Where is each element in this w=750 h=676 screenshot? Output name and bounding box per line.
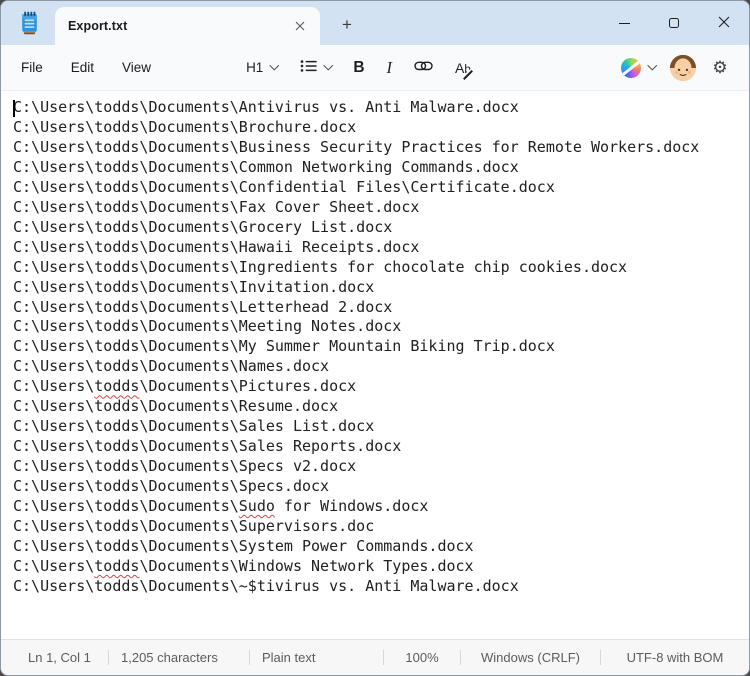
statusbar: Ln 1, Col 1 1,205 characters Plain text … xyxy=(1,639,749,675)
menu-file[interactable]: File xyxy=(7,53,57,82)
titlebar[interactable]: Export.txt + xyxy=(1,1,749,45)
notepad-app-icon xyxy=(11,1,47,45)
close-button[interactable] xyxy=(699,1,749,45)
heading-style-dropdown[interactable]: H1 xyxy=(237,53,287,83)
clear-formatting-button[interactable]: Ab xyxy=(446,53,480,83)
clear-formatting-icon: Ab xyxy=(455,60,473,80)
editor-line: C:\Users\todds\Documents\Specs v2.docx xyxy=(13,457,357,476)
menu-view[interactable]: View xyxy=(108,53,165,82)
cursor-position: Ln 1, Col 1 xyxy=(28,650,91,665)
new-tab-button[interactable]: + xyxy=(334,12,360,38)
heading-label: H1 xyxy=(246,60,264,75)
bold-button[interactable]: B xyxy=(344,53,373,83)
italic-label: I xyxy=(386,57,393,77)
editor-line: C:\Users\todds\Documents\Common Networki… xyxy=(13,157,519,176)
chevron-down-icon xyxy=(323,60,333,71)
editor-content: C:\Users\todds\Documents\Antivirus vs. A… xyxy=(13,98,739,597)
misspelled-word: todds xyxy=(94,556,140,575)
toolbar: File Edit View H1 B I Ab ⚙ xyxy=(1,45,749,91)
editor-line: C:\Users\todds\Documents\Specs.docx xyxy=(13,477,330,496)
editor-line: C:\Users\todds\Documents\Windows Network… xyxy=(13,556,474,575)
editor[interactable]: C:\Users\todds\Documents\Antivirus vs. A… xyxy=(1,91,749,639)
link-button[interactable] xyxy=(405,53,442,83)
editor-line: C:\Users\todds\Documents\Letterhead 2.do… xyxy=(13,297,393,316)
tab-close-button[interactable] xyxy=(288,14,312,38)
editor-line: C:\Users\todds\Documents\Grocery List.do… xyxy=(13,217,393,236)
close-icon xyxy=(295,19,305,34)
minimize-button[interactable] xyxy=(599,1,649,45)
plus-icon: + xyxy=(342,15,352,34)
editor-line: C:\Users\todds\Documents\Antivirus vs. A… xyxy=(13,98,519,116)
editor-line: C:\Users\todds\Documents\Brochure.docx xyxy=(13,117,357,136)
tab-export-txt[interactable]: Export.txt xyxy=(55,7,320,45)
editor-line: C:\Users\todds\Documents\Ingredients for… xyxy=(13,257,628,276)
line-ending: Windows (CRLF) xyxy=(481,650,580,665)
copilot-icon xyxy=(620,57,641,78)
list-style-dropdown[interactable] xyxy=(291,53,341,83)
menu-edit[interactable]: Edit xyxy=(57,53,108,82)
window-controls xyxy=(599,1,749,45)
bullet-list-icon xyxy=(300,59,317,76)
toolbar-right-group: ⚙ xyxy=(615,52,736,84)
editor-line: C:\Users\todds\Documents\Meeting Notes.d… xyxy=(13,317,402,336)
chevron-down-icon xyxy=(647,60,657,71)
editor-line: C:\Users\todds\Documents\Sudo for Window… xyxy=(13,497,429,516)
editor-line: C:\Users\todds\Documents\Business Securi… xyxy=(13,137,700,156)
encoding: UTF-8 with BOM xyxy=(626,650,724,665)
character-count: 1,205 characters xyxy=(121,650,218,665)
editor-line: C:\Users\todds\Documents\Confidential Fi… xyxy=(13,177,555,196)
gear-icon: ⚙ xyxy=(712,57,728,78)
account-avatar[interactable] xyxy=(669,54,697,82)
notepad-window: Export.txt + File Edit View H1 B I Ab ⚙ … xyxy=(0,0,750,676)
maximize-button[interactable] xyxy=(649,1,699,45)
bold-label: B xyxy=(353,58,365,76)
zoom-level[interactable]: 100% xyxy=(384,640,460,675)
editor-line: C:\Users\todds\Documents\Pictures.docx xyxy=(13,377,357,396)
editor-line: C:\Users\todds\Documents\Resume.docx xyxy=(13,397,339,416)
editor-line: C:\Users\todds\Documents\Supervisors.doc xyxy=(13,517,375,536)
maximize-icon xyxy=(669,18,679,28)
minimize-icon xyxy=(618,22,630,24)
misspelled-word: Sudo xyxy=(238,497,275,516)
editor-line: C:\Users\todds\Documents\System Power Co… xyxy=(13,536,474,555)
close-icon xyxy=(718,16,730,31)
text-caret xyxy=(13,100,15,117)
link-icon xyxy=(414,60,433,75)
editor-line: C:\Users\todds\Documents\Names.docx xyxy=(13,357,330,376)
editor-line: C:\Users\todds\Documents\Fax Cover Sheet… xyxy=(13,197,420,216)
editor-line: C:\Users\todds\Documents\~$tivirus vs. A… xyxy=(13,576,519,595)
statusbar-right-group: 100% Windows (CRLF) UTF-8 with BOM xyxy=(383,640,749,675)
editor-line: C:\Users\todds\Documents\Sales Reports.d… xyxy=(13,437,402,456)
italic-button[interactable]: I xyxy=(378,53,402,83)
chevron-down-icon xyxy=(269,60,280,71)
editor-line: C:\Users\todds\Documents\Hawaii Receipts… xyxy=(13,237,420,256)
settings-button[interactable]: ⚙ xyxy=(705,53,735,83)
formatting-group: H1 B I Ab xyxy=(237,53,480,83)
copilot-dropdown[interactable] xyxy=(615,52,662,84)
document-format: Plain text xyxy=(262,650,316,665)
editor-line: C:\Users\todds\Documents\Sales List.docx xyxy=(13,417,375,436)
editor-line: C:\Users\todds\Documents\Invitation.docx xyxy=(13,277,375,296)
avatar xyxy=(669,54,697,81)
editor-line: C:\Users\todds\Documents\My Summer Mount… xyxy=(13,337,555,356)
tab-title: Export.txt xyxy=(68,19,128,33)
misspelled-word: todds xyxy=(94,377,140,396)
